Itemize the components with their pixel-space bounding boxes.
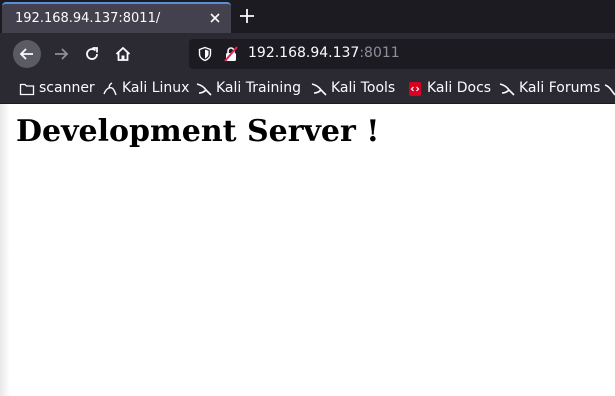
bookmark-label: Kali Tools	[331, 80, 396, 96]
folder-icon	[19, 83, 35, 96]
bookmark-label: Kali Linux	[122, 80, 190, 96]
insecure-lock-icon[interactable]	[223, 46, 239, 62]
bookmarks-toolbar: scanner Kali Linux Kali Training Kali To…	[0, 75, 615, 103]
home-icon	[115, 46, 131, 61]
home-button[interactable]	[109, 40, 137, 68]
reload-icon	[86, 47, 98, 60]
bookmark-label: scanner	[39, 80, 95, 96]
forward-button[interactable]	[47, 40, 75, 68]
address-bar[interactable]: 192.168.94.137:8011	[189, 39, 615, 69]
back-button[interactable]	[13, 40, 41, 68]
kali-docs-icon	[409, 82, 421, 96]
bookmark-label: Kali Forums	[519, 80, 601, 96]
arrow-left-icon	[19, 48, 33, 60]
overflow-bookmark-icon[interactable]	[604, 83, 615, 97]
content-edge-shadow	[0, 104, 10, 396]
bookmark-label: Kali Docs	[427, 80, 492, 96]
url-host: 192.168.94.137	[248, 45, 360, 61]
bookmark-kali-tools[interactable]: Kali Tools	[311, 80, 397, 98]
kali-dragon-icon	[311, 83, 327, 96]
page-heading: Development Server !	[16, 114, 380, 149]
page-content: Development Server !	[0, 104, 615, 396]
active-tab[interactable]: 192.168.94.137:8011/	[2, 2, 231, 33]
bookmark-kali-forums[interactable]: Kali Forums	[499, 80, 601, 98]
tab-strip: 192.168.94.137:8011/	[0, 0, 615, 33]
bookmark-kali-training[interactable]: Kali Training	[196, 80, 301, 98]
reload-button[interactable]	[78, 40, 106, 68]
url-port: :8011	[359, 45, 400, 61]
navigation-bar: 192.168.94.137:8011	[0, 33, 615, 75]
kali-dragon-icon	[196, 83, 212, 96]
url-text[interactable]: 192.168.94.137:8011	[248, 45, 400, 61]
arrow-right-icon	[55, 48, 69, 60]
tracking-protection-shield-icon[interactable]	[197, 46, 213, 62]
tab-title: 192.168.94.137:8011/	[15, 11, 161, 26]
bookmark-kali-docs[interactable]: Kali Docs	[407, 80, 492, 98]
kali-dragon-icon	[103, 82, 117, 96]
bookmark-scanner[interactable]: scanner	[19, 80, 95, 98]
close-icon[interactable]	[207, 10, 223, 26]
bookmark-kali-linux[interactable]: Kali Linux	[102, 80, 190, 98]
kali-dragon-icon	[499, 83, 515, 96]
bookmark-label: Kali Training	[216, 80, 301, 96]
new-tab-icon[interactable]	[238, 7, 256, 25]
